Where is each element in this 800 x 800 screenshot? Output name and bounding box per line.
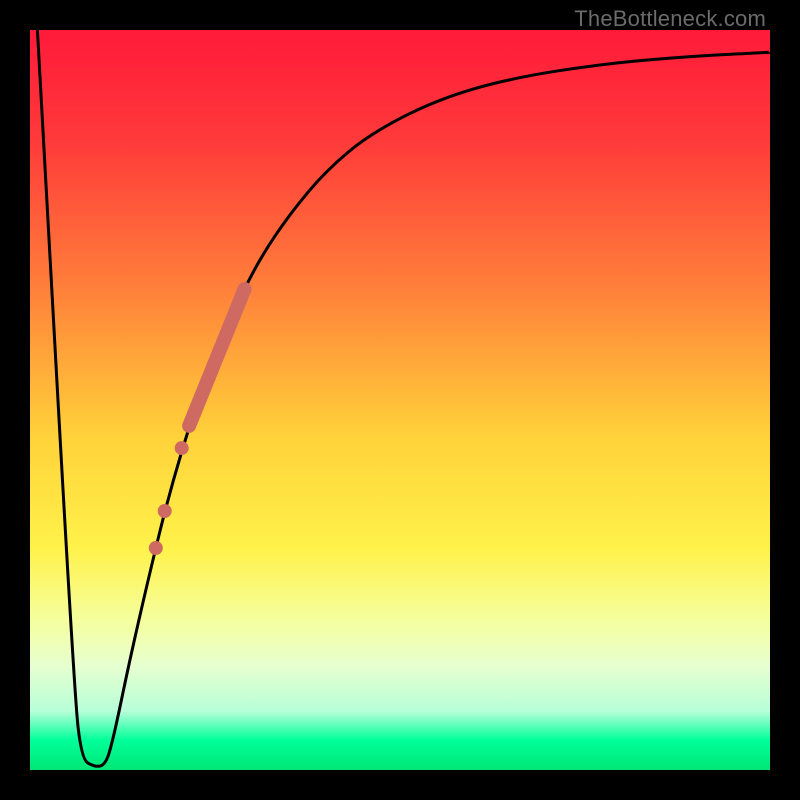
highlight-segment bbox=[189, 289, 245, 426]
highlight-dot bbox=[158, 504, 172, 518]
highlight-dot bbox=[149, 541, 163, 555]
highlight-dot bbox=[175, 441, 189, 455]
bottleneck-curve bbox=[30, 30, 770, 770]
watermark-text: TheBottleneck.com bbox=[574, 6, 766, 32]
curve-line bbox=[37, 30, 770, 766]
plot-area bbox=[30, 30, 770, 770]
